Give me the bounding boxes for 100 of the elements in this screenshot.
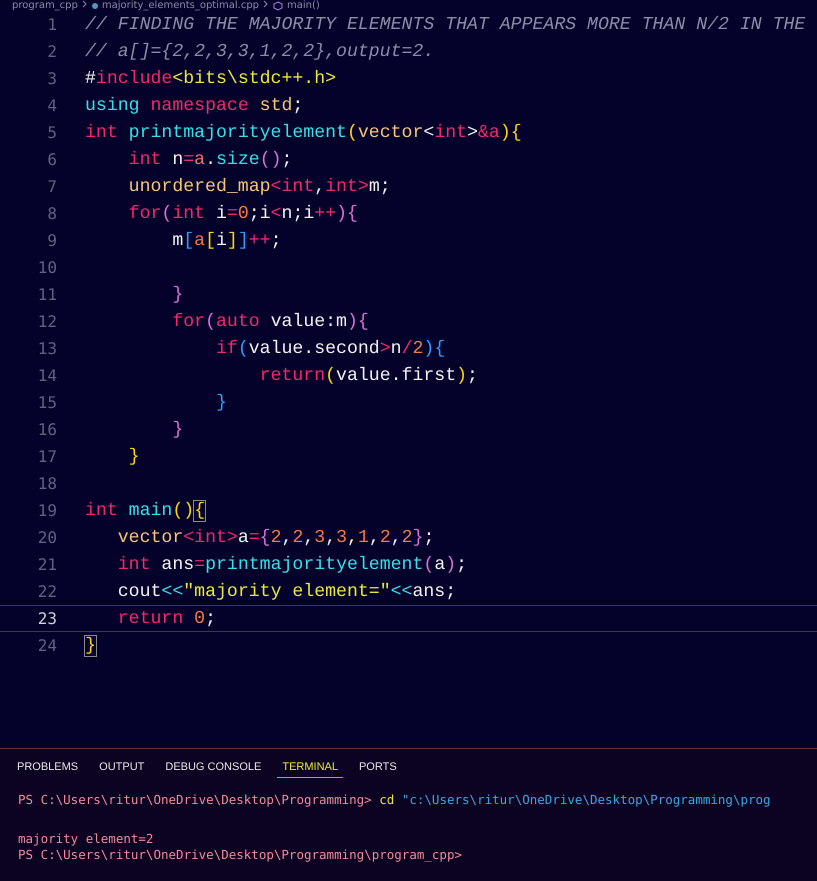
code-token: ans; bbox=[412, 582, 456, 602]
code-token: ; bbox=[270, 230, 282, 250]
code-token: for bbox=[128, 204, 162, 224]
code-token: ; bbox=[467, 366, 478, 386]
code-token: . bbox=[205, 150, 216, 170]
line-number: 11 bbox=[36, 285, 57, 304]
code-bracket: ){ bbox=[423, 338, 446, 358]
code-token: i bbox=[216, 230, 227, 250]
code-token: using bbox=[85, 96, 141, 116]
code-token: "majority element=" bbox=[183, 582, 391, 602]
code-token: 2 bbox=[402, 528, 413, 548]
code-token: , bbox=[303, 528, 314, 548]
code-token: ++ bbox=[248, 230, 271, 250]
code-bracket: ){ bbox=[500, 122, 522, 142]
line-number: 21 bbox=[36, 555, 57, 574]
line-number: 22 bbox=[36, 582, 57, 601]
code-token: < bbox=[270, 204, 282, 224]
line-number: 19 bbox=[36, 501, 57, 520]
code-token: > bbox=[380, 338, 391, 358]
code-bracket: } bbox=[128, 446, 140, 466]
code-token: 3 bbox=[314, 528, 326, 548]
code-bracket: ( bbox=[205, 312, 216, 332]
line-number: 18 bbox=[36, 474, 57, 493]
code-token: printmajorityelement bbox=[205, 554, 424, 574]
terminal-text: PS C:\Users\ritur\OneDrive\Desktop\Programming> bbox=[18, 792, 373, 807]
line-number: 1 bbox=[46, 15, 57, 34]
code-token: n bbox=[171, 150, 184, 170]
code-token: int bbox=[85, 122, 119, 142]
code-token: 2 bbox=[380, 528, 391, 548]
code-token: cout bbox=[116, 582, 162, 602]
code-bracket: ) bbox=[445, 554, 456, 574]
code-token: ++ bbox=[314, 204, 336, 224]
code-token: > bbox=[358, 176, 369, 196]
code-token: value.second bbox=[248, 338, 380, 358]
terminal-text: "c:\Users\ritur\OneDrive\Desktop\Programming\prog bbox=[400, 792, 771, 807]
line-number: 3 bbox=[46, 69, 57, 88]
code-token: , bbox=[347, 528, 358, 548]
breadcrumb-item[interactable]: program_cpp bbox=[12, 0, 78, 11]
panel-tab[interactable]: PORTS bbox=[354, 759, 402, 778]
code-token: , bbox=[368, 528, 380, 548]
code-token: ;i bbox=[248, 204, 271, 224]
code-token: vector bbox=[358, 122, 424, 142]
line-number: 5 bbox=[46, 123, 57, 142]
code-token: value:m bbox=[270, 312, 347, 332]
line-number: 4 bbox=[46, 96, 57, 115]
line-number: 9 bbox=[46, 231, 57, 250]
code-token: int bbox=[128, 150, 162, 170]
code-bracket: () bbox=[172, 500, 194, 520]
code-token: < bbox=[270, 176, 282, 196]
code-token: = bbox=[248, 528, 260, 548]
code-token: int bbox=[434, 122, 468, 142]
code-token: = bbox=[183, 150, 194, 170]
cube-icon bbox=[273, 0, 284, 10]
line-number: 7 bbox=[46, 177, 57, 196]
panel-tab[interactable]: DEBUG CONSOLE bbox=[160, 759, 266, 778]
line-number: 24 bbox=[36, 636, 57, 655]
line-number: 23 bbox=[36, 609, 57, 628]
code-token: = bbox=[194, 554, 206, 574]
code-token: include bbox=[96, 68, 172, 88]
line-number: 17 bbox=[36, 447, 57, 466]
code-token: ; bbox=[424, 528, 434, 548]
breadcrumb-item[interactable]: main() bbox=[287, 0, 320, 11]
code-token: unordered_map bbox=[128, 176, 271, 196]
line-number: 8 bbox=[46, 204, 57, 223]
panel-tab[interactable]: TERMINAL bbox=[277, 759, 343, 778]
code-token: std bbox=[258, 96, 292, 116]
code-token: a bbox=[194, 150, 206, 170]
code-bracket: ){ bbox=[346, 312, 369, 332]
code-bracket: ] bbox=[238, 230, 249, 250]
code-token: printmajorityelement bbox=[128, 122, 347, 142]
code-token: ; bbox=[282, 150, 292, 170]
line-number: 16 bbox=[36, 420, 57, 439]
code-token: << bbox=[390, 582, 412, 602]
code-token: 2 bbox=[292, 528, 304, 548]
code-bracket: ){ bbox=[336, 204, 358, 224]
code-bracket: } bbox=[85, 636, 96, 656]
panel-tab[interactable]: OUTPUT bbox=[94, 759, 150, 778]
code-token: ; bbox=[205, 608, 216, 628]
code-bracket: ( bbox=[161, 204, 172, 224]
code-comment: // FINDING THE MAJORITY ELEMENTS THAT APPEARS MORE THAN N/2 IN THE bbox=[85, 14, 806, 34]
code-token: , bbox=[325, 528, 336, 548]
code-token: > bbox=[467, 122, 478, 142]
line-number: 10 bbox=[36, 258, 57, 277]
breadcrumb-item[interactable]: majority_elements_optimal.cpp bbox=[102, 0, 260, 11]
code-token: m bbox=[171, 230, 184, 250]
code-bracket: ( bbox=[238, 338, 249, 358]
code-token: # bbox=[85, 68, 96, 88]
code-token: if bbox=[214, 338, 238, 358]
code-bracket: ( bbox=[325, 366, 336, 386]
file-icon bbox=[92, 2, 98, 8]
code-token: n bbox=[390, 338, 402, 358]
line-number: 20 bbox=[36, 528, 57, 547]
code-token: / bbox=[402, 338, 412, 358]
code-bracket: ( bbox=[423, 554, 434, 574]
line-number: 14 bbox=[36, 366, 57, 385]
code-token: main bbox=[128, 500, 172, 520]
code-token: int bbox=[325, 176, 358, 196]
line-number: 12 bbox=[36, 312, 57, 331]
panel-tab[interactable]: PROBLEMS bbox=[12, 759, 84, 778]
code-bracket: () bbox=[260, 150, 282, 170]
